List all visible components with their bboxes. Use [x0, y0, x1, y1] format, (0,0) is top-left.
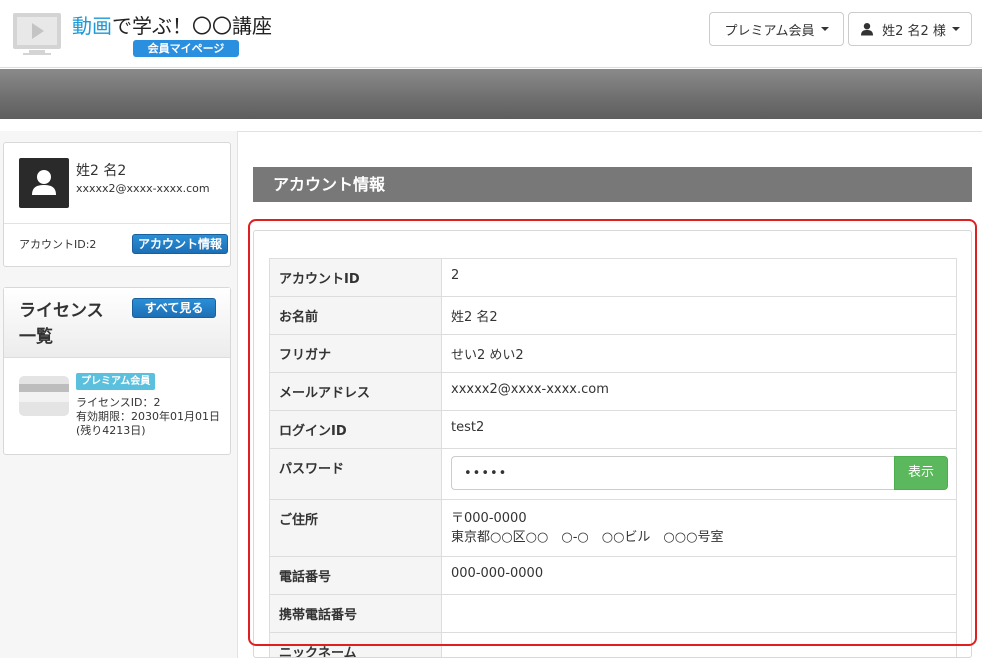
license-card: ライセンス一覧 すべて見る プレミアム会員 ライセンスID：2 有効期限：203…: [3, 287, 231, 455]
profile-name: 姓2 名2: [76, 163, 127, 179]
highlight-box: [248, 219, 977, 646]
chevron-down-icon: [951, 27, 960, 31]
license-list-title: ライセンス一覧: [19, 301, 104, 347]
see-all-button[interactable]: すべて見る: [132, 298, 216, 318]
license-card-header: ライセンス一覧 すべて見る: [4, 288, 230, 358]
account-info-button[interactable]: アカウント情報: [132, 234, 228, 254]
site-title-rest: で学ぶ！〇〇講座: [112, 14, 272, 38]
divider: [238, 131, 982, 132]
page-banner: [0, 69, 982, 119]
sidebar: 姓2 名2 xxxxx2@xxxx-xxxx.com アカウントID:2 アカウ…: [0, 131, 238, 658]
premium-tag: プレミアム会員: [76, 373, 156, 390]
premium-dropdown-button[interactable]: プレミアム会員: [709, 12, 844, 46]
premium-dropdown-label: プレミアム会員: [724, 23, 815, 39]
site-title-accent: 動画: [72, 14, 112, 38]
license-remaining: (残り4213日): [76, 424, 146, 437]
avatar: [19, 158, 69, 208]
divider: [4, 223, 230, 224]
user-dropdown-button[interactable]: 姓2 名2 様: [848, 12, 972, 46]
site-title[interactable]: 動画で学ぶ！〇〇講座: [72, 10, 272, 39]
profile-email: xxxxx2@xxxx-xxxx.com: [76, 182, 210, 195]
mypage-badge: 会員マイページ: [133, 40, 239, 57]
site-header: 動画で学ぶ！〇〇講座 会員マイページ プレミアム会員 姓2 名2 様: [0, 0, 982, 68]
profile-card: 姓2 名2 xxxxx2@xxxx-xxxx.com アカウントID:2 アカウ…: [3, 142, 231, 267]
section-title: アカウント情報: [253, 167, 972, 202]
credit-card-icon: [19, 376, 69, 416]
video-screen-icon[interactable]: [12, 12, 62, 56]
user-icon: [861, 23, 874, 36]
user-dropdown-label: 姓2 名2 様: [882, 23, 946, 39]
account-id-label: アカウントID:2: [19, 238, 97, 251]
chevron-down-icon: [820, 27, 829, 31]
user-silhouette-icon: [32, 170, 56, 195]
